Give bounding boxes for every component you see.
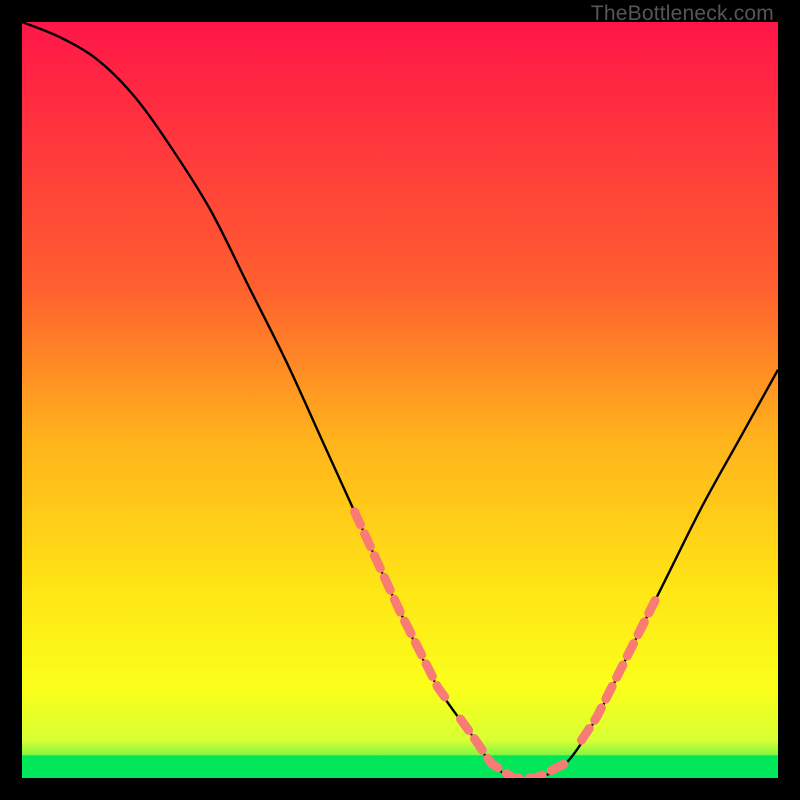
bottleneck-curve-chart: [22, 22, 778, 778]
chart-background-gradient: [22, 22, 778, 778]
chart-area: [22, 22, 778, 778]
optimal-zone-band: [22, 755, 778, 778]
